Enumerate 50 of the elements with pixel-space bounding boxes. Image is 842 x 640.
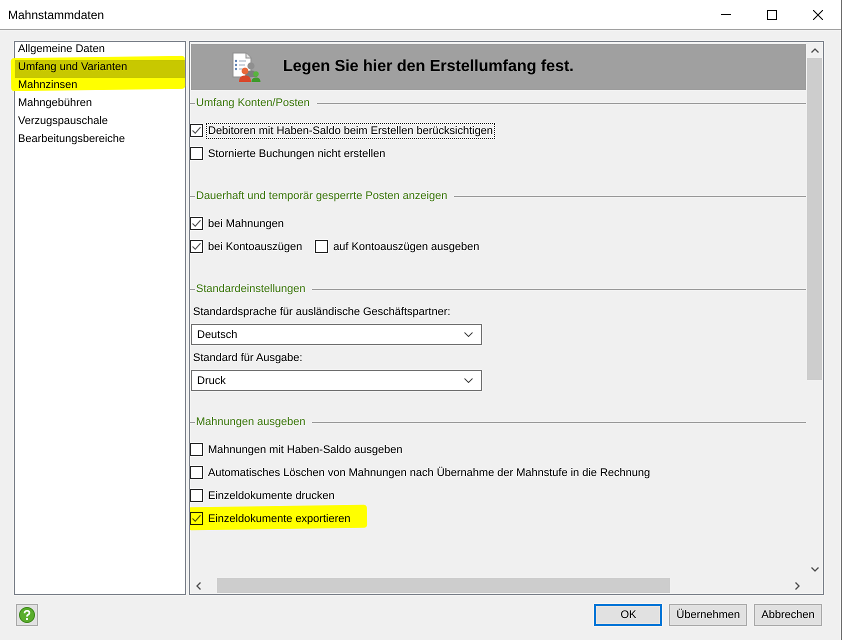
group-title: Umfang Konten/Posten [195, 97, 311, 109]
dropdown[interactable]: Deutsch [191, 324, 482, 345]
field-label: Standardsprache für ausländische Geschäftspartner: [192, 305, 452, 320]
field-label: Standard für Ausgabe: [192, 351, 304, 366]
checkbox-label[interactable]: bei Kontoauszügen [206, 238, 304, 254]
checkbox[interactable] [190, 217, 203, 230]
chevron-down-icon[interactable] [810, 566, 818, 572]
help-button[interactable] [16, 604, 38, 626]
sidebar-item[interactable]: Umfang und Varianten [15, 60, 185, 78]
chevron-up-icon[interactable] [810, 48, 818, 52]
sidebar-item[interactable]: Mahngebühren [15, 96, 185, 114]
dropdown[interactable]: Druck [191, 370, 482, 391]
chevron-left-icon[interactable] [196, 582, 201, 590]
group-title: Dauerhaft und temporär gesperrte Posten anzeigen [195, 190, 448, 202]
help-icon [19, 607, 35, 623]
sidebar-item[interactable]: Allgemeine Daten [15, 42, 185, 60]
chevron-down-icon [464, 332, 473, 337]
maximize-icon[interactable] [767, 10, 777, 20]
checkbox-label[interactable]: Einzeldokumente exportieren [206, 510, 352, 526]
checkbox[interactable] [190, 443, 203, 456]
checkbox-label[interactable]: Mahnungen mit Haben-Saldo ausgeben [206, 442, 404, 458]
group-title: Mahnungen ausgeben [195, 416, 306, 428]
checkbox[interactable] [190, 240, 203, 253]
chevron-right-icon[interactable] [795, 582, 800, 590]
checkbox-label[interactable]: bei Mahnungen [206, 216, 286, 232]
sidebar-item[interactable]: Mahnzinsen [15, 78, 185, 96]
checkbox[interactable] [190, 466, 203, 479]
scrollbar-thumb[interactable] [807, 58, 822, 380]
checkbox-label[interactable]: Einzeldokumente drucken [206, 488, 337, 504]
close-icon[interactable] [813, 10, 823, 20]
dialog-button[interactable]: Übernehmen [669, 604, 747, 626]
checkbox-label[interactable]: auf Kontoauszügen ausgeben [331, 238, 482, 254]
chevron-down-icon [464, 378, 473, 383]
sidebar-item[interactable]: Bearbeitungsbereiche [15, 132, 185, 150]
checkbox-label[interactable]: Automatisches Löschen von Mahnungen nach Übernahme der Mahnstufe in die Rechnung [206, 464, 652, 480]
group-title: Standardeinstellungen [195, 283, 306, 295]
checkbox[interactable] [190, 124, 203, 137]
sidebar-item[interactable]: Verzugspauschale [15, 114, 185, 132]
checkbox-label[interactable]: Debitoren mit Haben-Saldo beim Erstellen berücksichtigen [206, 122, 495, 138]
document-with-people-icon [231, 52, 262, 82]
checkbox[interactable] [190, 512, 203, 525]
header-title: Legen Sie hier den Erstellumfang fest. [283, 58, 574, 76]
checkbox[interactable] [190, 489, 203, 502]
dialog-button[interactable]: OK [594, 604, 662, 626]
checkbox[interactable] [190, 147, 203, 160]
checkbox-label[interactable]: Stornierte Buchungen nicht erstellen [206, 146, 388, 162]
dialog-button[interactable]: Abbrechen [754, 604, 822, 626]
window-title: Mahnstammdaten [8, 8, 104, 22]
scrollbar-thumb[interactable] [217, 578, 670, 593]
checkbox[interactable] [315, 240, 328, 253]
